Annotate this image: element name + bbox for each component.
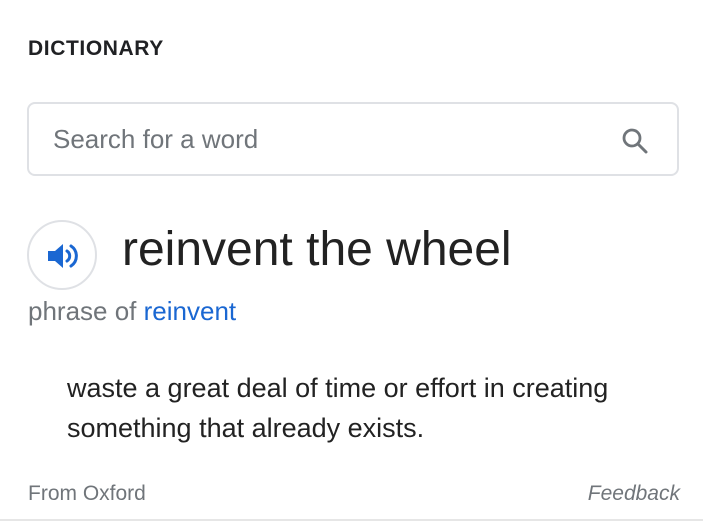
dictionary-card: DICTIONARY reinvent the wheel phrase of …: [0, 0, 703, 521]
source-attribution: From Oxford: [28, 482, 146, 505]
headword: reinvent the wheel: [122, 223, 512, 276]
feedback-link[interactable]: Feedback: [588, 482, 680, 506]
search-input[interactable]: [53, 104, 593, 174]
pronunciation-button[interactable]: [27, 220, 97, 290]
phrase-of-link[interactable]: reinvent: [144, 296, 237, 326]
phrase-origin: phrase of reinvent: [28, 296, 236, 326]
speaker-icon: [48, 244, 78, 268]
section-title: DICTIONARY: [28, 37, 164, 60]
search-icon[interactable]: [621, 127, 649, 155]
phrase-prefix: phrase of: [28, 296, 144, 326]
search-box[interactable]: [27, 102, 679, 176]
definition: waste a great deal of time or effort in …: [67, 373, 609, 443]
